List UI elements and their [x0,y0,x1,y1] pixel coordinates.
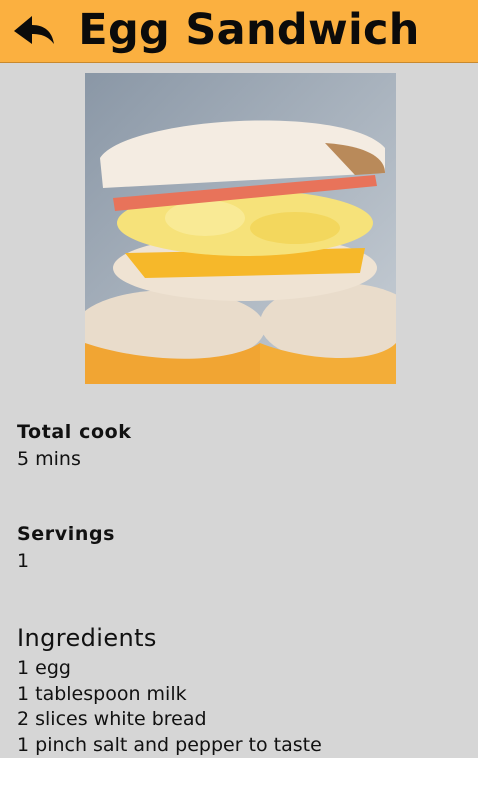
recipe-screen: Egg Sandwich Total cook 5 mins Servings … [0,0,478,758]
back-arrow-icon [14,16,54,44]
total-cook-label: Total cook [17,421,132,443]
recipe-image [85,73,396,384]
ingredient-item: 1 egg [17,657,71,679]
ingredient-item: 2 slices white bread [17,708,207,730]
back-button[interactable] [10,11,58,51]
servings-label: Servings [17,523,116,545]
servings-value: 1 [17,550,30,572]
ingredient-item: 1 pinch salt and pepper to taste [17,733,322,756]
app-header: Egg Sandwich [0,0,478,63]
ingredient-item: 1 tablespoon milk [17,682,187,705]
ingredients-list: 1 egg 1 tablespoon milk 2 slices white b… [17,656,322,758]
ingredients-heading: Ingredients [17,624,157,652]
page-title: Egg Sandwich [78,5,420,55]
total-cook-value: 5 mins [17,448,81,470]
